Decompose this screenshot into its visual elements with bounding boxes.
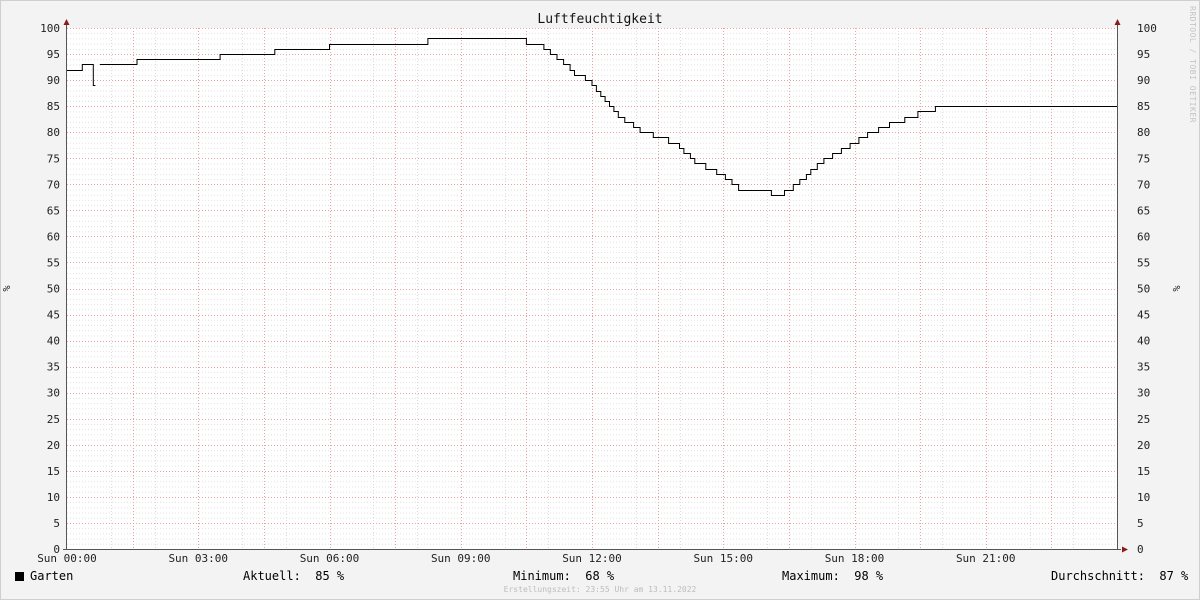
y-axis-label-right: % — [1172, 285, 1183, 291]
legend-swatch — [15, 572, 24, 581]
y-tick-label-right: 30 — [1137, 387, 1150, 400]
x-axis-arrow — [1122, 546, 1128, 553]
legend-series: Garten — [15, 568, 73, 584]
y-tick-label-right: 40 — [1137, 335, 1150, 348]
y-tick-label-left: 20 — [47, 439, 60, 452]
y-tick-label-left: 60 — [47, 230, 60, 243]
y-tick-label-right: 70 — [1137, 178, 1150, 191]
y-tick-label-left: 85 — [47, 100, 60, 113]
humidity-chart: 0 05 510 1015 1520 2025 2530 3035 3540 4045 4550 50… — [2, 12, 1183, 565]
x-tick-label: Sun 15:00 — [693, 552, 753, 565]
creation-time-footer: Erstellungszeit: 23:55 Uhr am 13.11.2022 — [503, 585, 697, 594]
y-tick-label-left: 90 — [47, 74, 60, 87]
x-tick-label: Sun 09:00 — [431, 552, 491, 565]
y-tick-label-right: 25 — [1137, 413, 1150, 426]
y-tick-label-left: 10 — [47, 491, 60, 504]
y-tick-label-right: 35 — [1137, 361, 1150, 374]
aktuell-value: 85 % — [315, 569, 345, 583]
y-tick-label-right: 55 — [1137, 256, 1150, 269]
durchschnitt-label: Durchschnitt: — [1051, 569, 1145, 583]
rrdtool-watermark: RRDTOOL / TOBI OETIKER — [1188, 6, 1197, 123]
y-tick-label-right: 15 — [1137, 465, 1150, 478]
y-tick-label-left: 65 — [47, 204, 60, 217]
y-tick-label-left: 80 — [47, 126, 60, 139]
legend-durchschnitt: Durchschnitt: 87 % — [1051, 568, 1188, 584]
legend-minimum: Minimum: 68 % — [513, 568, 614, 584]
y-tick-label-left: 55 — [47, 256, 60, 269]
y-tick-label-left: 50 — [47, 283, 60, 296]
y-tick-label-left: 100 — [40, 22, 60, 35]
y-tick-label-right: 95 — [1137, 48, 1150, 61]
y-tick-label-right: 65 — [1137, 204, 1150, 217]
y-axis-label-left: % — [2, 285, 13, 291]
maximum-value: 98 % — [854, 569, 884, 583]
y-tick-label-right: 100 — [1137, 22, 1157, 35]
y-tick-label-right: 50 — [1137, 283, 1150, 296]
y-tick-label-left: 25 — [47, 413, 60, 426]
y-axis-arrow-right — [1114, 19, 1121, 25]
y-tick-label-right: 10 — [1137, 491, 1150, 504]
y-tick-label-right: 0 — [1137, 543, 1144, 556]
x-tick-label: Sun 00:00 — [37, 552, 97, 565]
aktuell-label: Aktuell: — [243, 569, 301, 583]
x-tick-label: Sun 21:00 — [956, 552, 1016, 565]
y-tick-label-right: 75 — [1137, 152, 1150, 165]
y-tick-label-left: 30 — [47, 387, 60, 400]
y-tick-label-left: 35 — [47, 361, 60, 374]
y-tick-label-right: 80 — [1137, 126, 1150, 139]
y-tick-label-right: 45 — [1137, 309, 1150, 322]
maximum-label: Maximum: — [782, 569, 840, 583]
x-tick-label: Sun 12:00 — [562, 552, 622, 565]
y-tick-label-right: 20 — [1137, 439, 1150, 452]
y-tick-label-left: 75 — [47, 152, 60, 165]
y-tick-label-left: 15 — [47, 465, 60, 478]
legend-aktuell: Aktuell: 85 % — [243, 568, 344, 584]
legend-series-name: Garten — [30, 569, 74, 583]
x-tick-label: Sun 18:00 — [825, 552, 885, 565]
y-tick-label-left: 45 — [47, 309, 60, 322]
y-axis-arrow-left — [63, 19, 70, 25]
y-tick-label-right: 60 — [1137, 230, 1150, 243]
legend-maximum: Maximum: 98 % — [782, 568, 883, 584]
y-tick-label-left: 95 — [47, 48, 60, 61]
y-tick-label-right: 85 — [1137, 100, 1150, 113]
y-tick-label-left: 5 — [53, 517, 60, 530]
y-tick-label-right: 90 — [1137, 74, 1150, 87]
x-tick-label: Sun 06:00 — [300, 552, 360, 565]
minimum-label: Minimum: — [513, 569, 571, 583]
durchschnitt-value: 87 % — [1159, 569, 1189, 583]
chart-title: Luftfeuchtigkeit — [537, 12, 662, 27]
y-tick-label-left: 70 — [47, 178, 60, 191]
y-tick-label-left: 40 — [47, 335, 60, 348]
minimum-value: 68 % — [585, 569, 615, 583]
y-tick-label-right: 5 — [1137, 517, 1144, 530]
x-tick-label: Sun 03:00 — [168, 552, 228, 565]
